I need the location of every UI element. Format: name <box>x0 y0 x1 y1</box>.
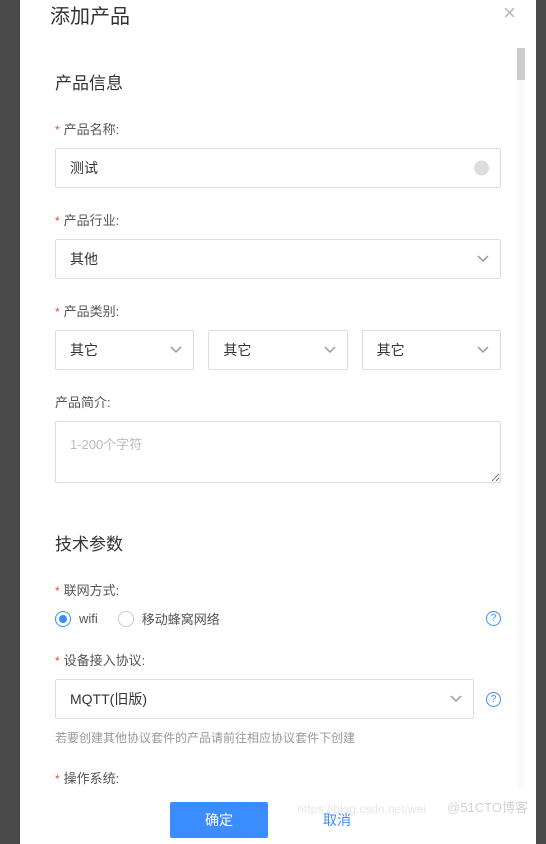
category-select-1-value: 其它 <box>70 340 98 360</box>
select-wrap-cat2: 其它 <box>208 330 347 370</box>
clear-input-icon[interactable] <box>474 161 489 176</box>
modal-header: 添加产品 × <box>20 0 536 39</box>
category-select-3-value: 其它 <box>377 340 405 360</box>
close-icon[interactable]: × <box>503 0 516 24</box>
select-wrap-protocol: MQTT(旧版) <box>55 679 474 719</box>
radio-dot-icon <box>59 615 67 623</box>
category-select-2[interactable]: 其它 <box>208 330 347 370</box>
label-os: 操作系统: <box>55 768 501 787</box>
category-select-3[interactable]: 其它 <box>362 330 501 370</box>
add-product-modal: 添加产品 × 产品信息 产品名称: 产品行业: 其他 <box>20 0 536 844</box>
category-select-1[interactable]: 其它 <box>55 330 194 370</box>
scrollbar-thumb[interactable] <box>517 48 525 80</box>
protocol-select-value: MQTT(旧版) <box>70 689 147 709</box>
network-radio-row: wifi 移动蜂窝网络 ? <box>55 609 501 628</box>
field-product-name: 产品名称: <box>55 119 501 188</box>
label-product-name: 产品名称: <box>55 119 501 138</box>
cancel-button-label: 取消 <box>323 810 351 830</box>
radio-circle-icon <box>118 611 134 627</box>
field-protocol: 设备接入协议: MQTT(旧版) ? 若要创建其他协议套件的产品请前往相应协议套… <box>55 650 501 746</box>
category-select-row: 其它 其它 其它 <box>55 330 501 370</box>
label-protocol: 设备接入协议: <box>55 650 501 669</box>
cancel-button[interactable]: 取消 <box>288 802 386 838</box>
modal-body: 产品信息 产品名称: 产品行业: 其他 产品类别: <box>20 39 536 788</box>
confirm-button[interactable]: 确定 <box>170 802 268 838</box>
protocol-row: MQTT(旧版) ? <box>55 679 501 719</box>
category-select-2-value: 其它 <box>223 340 251 360</box>
radio-cellular[interactable]: 移动蜂窝网络 <box>118 609 220 628</box>
field-product-category: 产品类别: 其它 其它 <box>55 301 501 370</box>
radio-cellular-label: 移动蜂窝网络 <box>142 609 220 628</box>
product-intro-textarea[interactable] <box>55 421 501 483</box>
select-wrap-cat1: 其它 <box>55 330 194 370</box>
help-icon[interactable]: ? <box>486 692 501 707</box>
label-product-industry: 产品行业: <box>55 210 501 229</box>
label-network-mode: 联网方式: <box>55 580 501 599</box>
confirm-button-label: 确定 <box>205 810 233 830</box>
section-product-info-title: 产品信息 <box>55 69 501 94</box>
select-wrap-cat3: 其它 <box>362 330 501 370</box>
label-product-intro: 产品简介: <box>55 392 501 411</box>
industry-select[interactable]: 其他 <box>55 239 501 279</box>
modal-title: 添加产品 <box>50 0 130 29</box>
radio-circle-icon <box>55 611 71 627</box>
help-icon[interactable]: ? <box>486 611 501 626</box>
protocol-hint: 若要创建其他协议套件的产品请前往相应协议套件下创建 <box>55 729 501 746</box>
section-tech-params-title: 技术参数 <box>55 530 501 555</box>
field-os: 操作系统: <box>55 768 501 787</box>
product-name-input[interactable] <box>55 148 501 188</box>
field-product-industry: 产品行业: 其他 <box>55 210 501 279</box>
protocol-select[interactable]: MQTT(旧版) <box>55 679 474 719</box>
industry-select-value: 其他 <box>70 249 98 269</box>
modal-footer: 确定 取消 <box>20 788 536 844</box>
field-network-mode: 联网方式: wifi 移动蜂窝网络 ? <box>55 580 501 628</box>
field-product-intro: 产品简介: <box>55 392 501 488</box>
radio-wifi-label: wifi <box>79 611 98 626</box>
label-product-category: 产品类别: <box>55 301 501 320</box>
input-wrap-product-name <box>55 148 501 188</box>
select-wrap-industry: 其他 <box>55 239 501 279</box>
scrollbar-track[interactable] <box>517 48 525 788</box>
radio-wifi[interactable]: wifi <box>55 611 98 627</box>
